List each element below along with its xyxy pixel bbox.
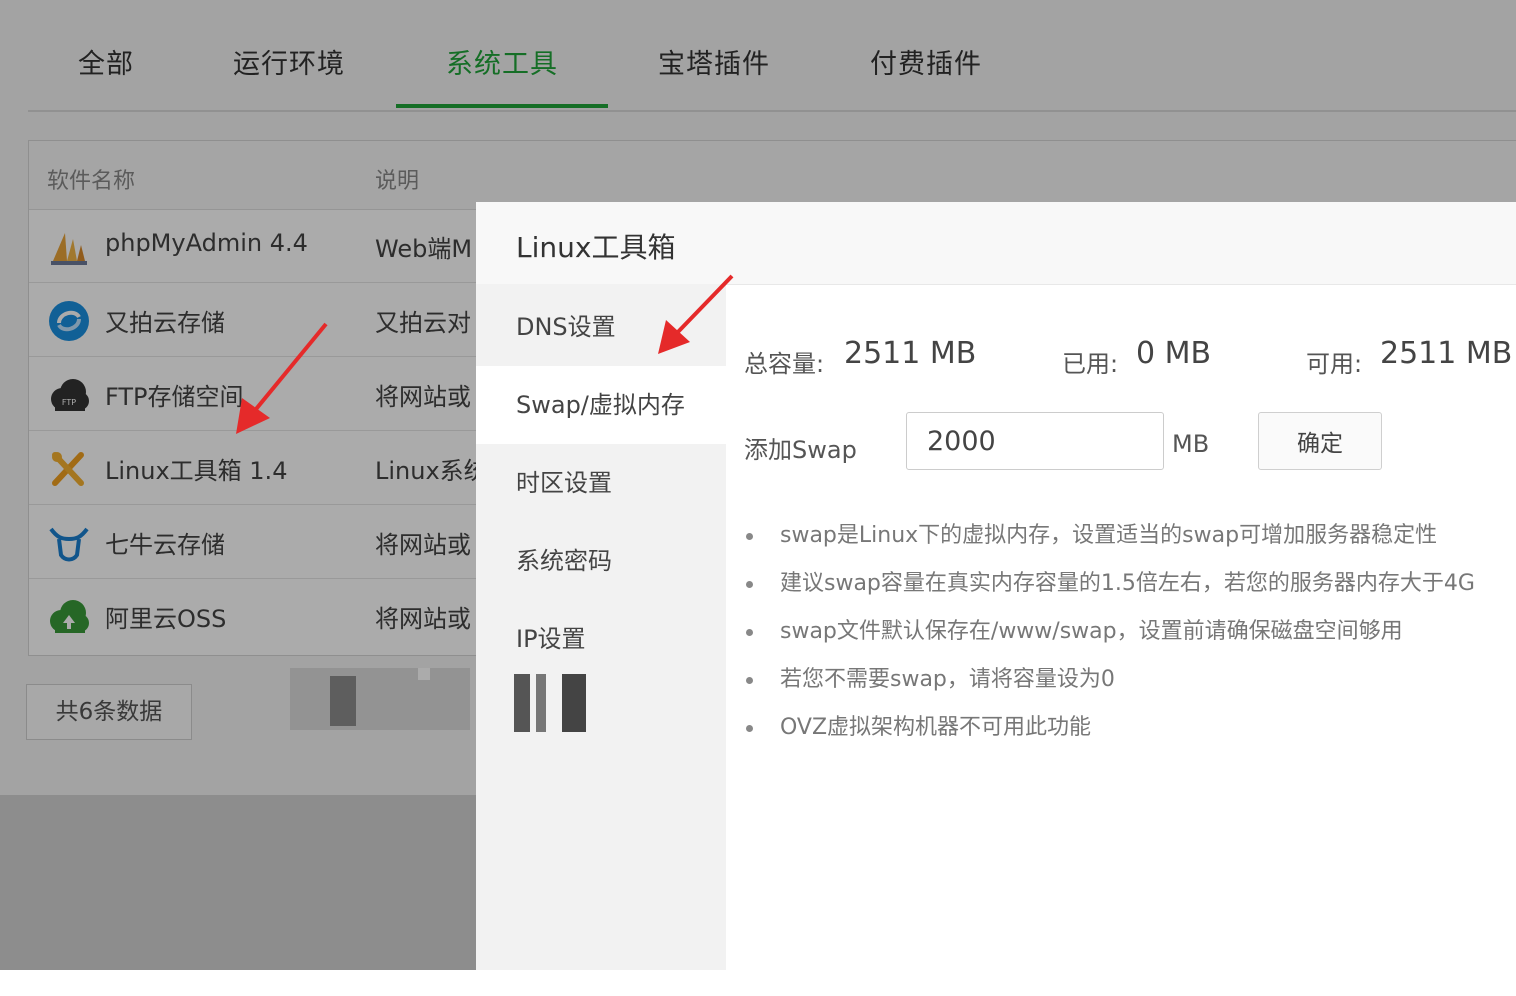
used-value: 0 MB	[1136, 336, 1212, 371]
bullet-icon	[746, 725, 753, 732]
available-label: 可用:	[1306, 350, 1363, 378]
swap-size-input[interactable]	[906, 412, 1164, 470]
list-item: swap文件默认保存在/www/swap，设置前请确保磁盘空间够用	[726, 608, 1516, 656]
menu-item-swap[interactable]: Swap/虚拟内存	[476, 366, 726, 444]
bottom-strip	[0, 970, 1516, 996]
dialog-title: Linux工具箱	[516, 231, 676, 264]
swap-unit-label: MB	[1172, 430, 1210, 458]
bullet-icon	[746, 629, 753, 636]
list-item: OVZ虚拟架构机器不可用此功能	[726, 704, 1516, 752]
used-label: 已用:	[1062, 350, 1119, 378]
menu-item-system-password[interactable]: 系统密码	[476, 522, 726, 600]
list-item: 建议swap容量在真实内存容量的1.5倍左右，若您的服务器内存大于4G	[726, 560, 1516, 608]
list-item: 若您不需要swap，请将容量设为0	[726, 656, 1516, 704]
image-artifact	[536, 674, 546, 732]
image-artifact	[562, 674, 586, 732]
dialog-sidebar: DNS设置 Swap/虚拟内存 时区设置 系统密码 IP设置	[476, 284, 726, 970]
available-value: 2511 MB	[1380, 336, 1513, 371]
menu-item-timezone[interactable]: 时区设置	[476, 444, 726, 522]
menu-item-dns[interactable]: DNS设置	[476, 288, 726, 366]
add-swap-label: 添加Swap	[744, 436, 857, 464]
bullet-icon	[746, 581, 753, 588]
dialog-header: Linux工具箱	[476, 202, 1516, 285]
swap-panel: 总容量: 2511 MB 已用: 0 MB 可用: 2511 MB 添加Swap…	[726, 284, 1516, 970]
image-artifact	[514, 674, 530, 732]
menu-item-ip[interactable]: IP设置	[476, 600, 726, 678]
confirm-button[interactable]: 确定	[1258, 412, 1382, 470]
swap-tips-list: swap是Linux下的虚拟内存，设置适当的swap可增加服务器稳定性 建议sw…	[726, 512, 1516, 752]
bullet-icon	[746, 533, 753, 540]
total-capacity-value: 2511 MB	[844, 336, 977, 371]
linux-toolbox-dialog: Linux工具箱 DNS设置 Swap/虚拟内存 时区设置 系统密码 IP设置 …	[476, 202, 1516, 970]
list-item: swap是Linux下的虚拟内存，设置适当的swap可增加服务器稳定性	[726, 512, 1516, 560]
bullet-icon	[746, 677, 753, 684]
total-capacity-label: 总容量:	[744, 350, 825, 378]
